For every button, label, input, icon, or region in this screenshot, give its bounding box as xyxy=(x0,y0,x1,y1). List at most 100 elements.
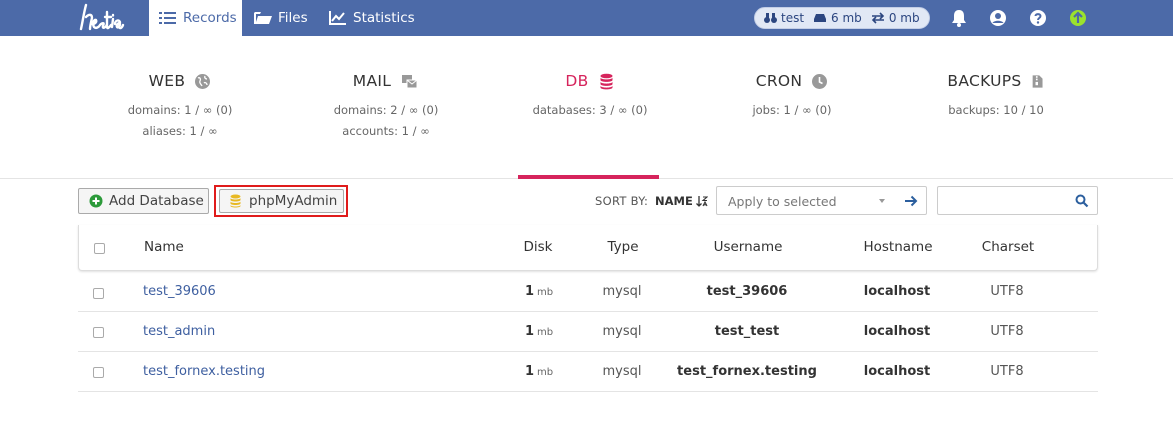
column-username[interactable]: Username xyxy=(714,239,783,255)
file-archive-icon xyxy=(1032,74,1043,88)
update-available-icon[interactable] xyxy=(1068,8,1088,28)
tab-records-label: Records xyxy=(183,10,237,26)
disk-usage: 1 mb xyxy=(525,364,553,379)
chevron-down-icon xyxy=(879,199,885,203)
disk-usage: 1 mb xyxy=(525,284,553,299)
database-type: mysql xyxy=(602,364,642,379)
phpmyadmin-label: phpMyAdmin xyxy=(249,193,338,209)
database-charset: UTF8 xyxy=(990,284,1024,299)
clock-icon xyxy=(812,73,828,89)
sort-by-value: NAME xyxy=(655,194,693,208)
summary-cron[interactable]: CRON jobs: 1 / ∞ (0) xyxy=(692,36,892,179)
disk-value: 1 xyxy=(525,364,535,379)
summary-cron-title: CRON xyxy=(692,72,892,90)
column-charset[interactable]: Charset xyxy=(982,239,1034,255)
summary-db-title: DB xyxy=(490,72,690,90)
globe-icon xyxy=(195,73,211,89)
mail-icon xyxy=(402,74,418,88)
chart-icon xyxy=(329,11,346,25)
search-box xyxy=(937,186,1098,215)
summary-db-label: DB xyxy=(565,72,589,90)
binoculars-icon xyxy=(764,13,777,23)
summary-db[interactable]: DB databases: 3 / ∞ (0) xyxy=(490,36,690,179)
tab-files-label: Files xyxy=(278,10,308,26)
usage-user: test xyxy=(764,11,804,25)
database-icon xyxy=(600,73,613,89)
bell-icon[interactable] xyxy=(949,8,969,28)
sort-by-toggle[interactable]: NAME xyxy=(655,194,708,208)
list-icon xyxy=(159,12,176,24)
user-icon[interactable] xyxy=(988,8,1008,28)
summary-web-label: WEB xyxy=(148,72,186,90)
bulk-action-placeholder: Apply to selected xyxy=(728,194,837,209)
summary-backups-label: BACKUPS xyxy=(947,72,1022,90)
database-charset: UTF8 xyxy=(990,364,1024,379)
search-icon[interactable] xyxy=(1075,194,1089,208)
database-username: test_39606 xyxy=(706,284,788,299)
database-hostname: localhost xyxy=(863,364,931,379)
usage-bandwidth-text: 0 mb xyxy=(888,11,920,25)
add-database-button[interactable]: Add Database xyxy=(78,188,209,214)
table-row: test_admin 1 mb mysql test_test localhost… xyxy=(78,312,1098,352)
row-checkbox[interactable] xyxy=(93,367,104,378)
database-type: mysql xyxy=(602,324,642,339)
column-hostname[interactable]: Hostname xyxy=(863,239,932,255)
sort-alpha-icon xyxy=(695,195,708,207)
summary-backups[interactable]: BACKUPS backups: 10 / 10 xyxy=(896,36,1096,179)
account-summary: WEB domains: 1 / ∞ (0) aliases: 1 / ∞ MA… xyxy=(0,36,1173,179)
summary-web-domains: domains: 1 / ∞ (0) xyxy=(127,103,233,117)
hestia-logo[interactable] xyxy=(78,2,134,34)
summary-mail-domains: domains: 2 / ∞ (0) xyxy=(333,103,439,117)
usage-summary[interactable]: test 6 mb 0 mb xyxy=(754,7,930,29)
summary-backups-count: backups: 10 / 10 xyxy=(948,103,1044,117)
column-disk[interactable]: Disk xyxy=(524,239,553,255)
database-hostname: localhost xyxy=(863,284,931,299)
select-all-checkbox[interactable] xyxy=(94,243,105,254)
summary-web-title: WEB xyxy=(80,72,280,90)
active-section-indicator xyxy=(518,175,659,179)
summary-cron-label: CRON xyxy=(755,72,803,90)
summary-mail[interactable]: MAIL domains: 2 / ∞ (0) accounts: 1 / ∞ xyxy=(286,36,486,179)
database-name-link[interactable]: test_fornex.testing xyxy=(143,364,265,379)
search-input[interactable] xyxy=(942,190,1067,211)
row-checkbox[interactable] xyxy=(93,327,104,338)
table-row: test_39606 1 mb mysql test_39606 localhos… xyxy=(78,272,1098,312)
tab-files[interactable]: Files xyxy=(254,0,308,36)
bulk-action-select[interactable]: Apply to selected xyxy=(716,186,927,215)
summary-mail-label: MAIL xyxy=(352,72,392,90)
database-name-link[interactable]: test_39606 xyxy=(143,284,216,299)
top-navbar: Records Files Statistics test 6 mb 0 mb xyxy=(0,0,1173,36)
summary-web[interactable]: WEB domains: 1 / ∞ (0) aliases: 1 / ∞ xyxy=(80,36,280,179)
usage-disk: 6 mb xyxy=(813,11,862,25)
summary-db-databases: databases: 3 / ∞ (0) xyxy=(532,103,648,117)
database-name-link[interactable]: test_admin xyxy=(143,324,215,339)
database-type: mysql xyxy=(602,284,642,299)
disk-usage: 1 mb xyxy=(525,324,553,339)
disk-unit: mb xyxy=(537,367,554,378)
database-username: test_test xyxy=(714,324,780,339)
column-name[interactable]: Name xyxy=(144,239,184,255)
row-checkbox[interactable] xyxy=(93,288,104,299)
disk-unit: mb xyxy=(537,327,554,338)
help-icon[interactable] xyxy=(1028,8,1048,28)
hestia-logo-mark xyxy=(79,3,125,31)
database-username: test_fornex.testing xyxy=(677,364,817,379)
disk-value: 1 xyxy=(525,284,535,299)
summary-backups-title: BACKUPS xyxy=(896,72,1096,90)
usage-user-text: test xyxy=(781,11,805,25)
database-charset: UTF8 xyxy=(990,324,1024,339)
disk-value: 1 xyxy=(525,324,535,339)
column-type[interactable]: Type xyxy=(607,239,638,255)
exchange-icon xyxy=(871,12,884,24)
tab-records[interactable]: Records xyxy=(149,0,242,36)
disk-unit: mb xyxy=(537,287,554,298)
summary-mail-accounts: accounts: 1 / ∞ xyxy=(342,124,430,138)
database-icon xyxy=(230,194,241,208)
table-header: Name Disk Type Username Hostname Charset xyxy=(78,225,1098,271)
database-hostname: localhost xyxy=(863,324,931,339)
phpmyadmin-button[interactable]: phpMyAdmin xyxy=(219,189,344,213)
usage-bandwidth: 0 mb xyxy=(871,11,920,25)
tab-statistics[interactable]: Statistics xyxy=(329,0,415,36)
arrow-right-icon[interactable] xyxy=(903,193,919,209)
summary-cron-jobs: jobs: 1 / ∞ (0) xyxy=(752,103,832,117)
